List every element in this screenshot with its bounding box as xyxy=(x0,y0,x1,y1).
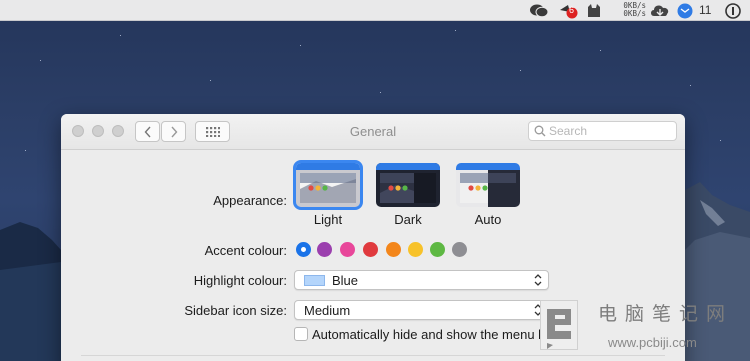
section-divider xyxy=(81,355,665,356)
accent-swatch-blue[interactable] xyxy=(296,242,311,257)
info-icon[interactable] xyxy=(724,2,742,19)
sidebar-icon-size-popup[interactable]: Medium xyxy=(294,300,549,320)
auto-appearance-preview xyxy=(456,163,520,207)
notification-badge-icon[interactable]: 6 xyxy=(558,2,580,19)
search-field[interactable] xyxy=(528,121,677,141)
autohide-menubar-checkbox[interactable] xyxy=(294,327,308,341)
autohide-menubar-label: Automatically hide and show the menu bar xyxy=(312,327,557,342)
cloud-icon[interactable] xyxy=(649,2,671,19)
accent-swatch-red[interactable] xyxy=(363,242,378,257)
highlight-colour-value: Blue xyxy=(332,273,359,288)
accent-swatch-purple[interactable] xyxy=(317,242,332,257)
network-speed-readout: 0KB/s 0KB/s xyxy=(614,2,646,18)
close-window-button[interactable] xyxy=(72,125,84,137)
appearance-label: Appearance: xyxy=(213,193,287,208)
appearance-dark-label: Dark xyxy=(394,212,422,227)
window-title: General xyxy=(349,124,397,139)
chevron-right-icon xyxy=(170,126,177,137)
highlight-colour-swatch xyxy=(304,275,325,286)
grid-icon xyxy=(205,126,220,137)
mail-icon[interactable] xyxy=(676,2,694,19)
accent-swatch-orange[interactable] xyxy=(386,242,401,257)
search-icon xyxy=(534,125,546,137)
notification-badge-count: 6 xyxy=(569,5,575,15)
menu-bar: 6 0KB/s 0KB/s 11 xyxy=(0,0,750,21)
wechat-icon[interactable] xyxy=(528,2,550,19)
notification-count: 11 xyxy=(699,3,712,17)
sidebar-icon-size-value: Medium xyxy=(304,303,351,318)
zoom-window-button[interactable] xyxy=(112,125,124,137)
highlight-colour-popup[interactable]: Blue xyxy=(294,270,549,290)
watermark-url: www.pcbiji.com xyxy=(608,335,697,350)
window-titlebar: General xyxy=(61,114,685,150)
minimize-window-button[interactable] xyxy=(92,125,104,137)
appearance-auto-option[interactable] xyxy=(456,163,520,207)
accent-colour-label: Accent colour: xyxy=(204,243,287,258)
appearance-dark-option[interactable] xyxy=(376,163,440,207)
search-input[interactable] xyxy=(549,123,673,139)
highlight-colour-label: Highlight colour: xyxy=(193,273,287,288)
sidebar-icon-size-label: Sidebar icon size: xyxy=(184,303,287,318)
show-all-button[interactable] xyxy=(195,121,230,142)
appearance-auto-label: Auto xyxy=(474,212,502,227)
light-appearance-preview xyxy=(296,163,360,207)
dark-appearance-preview xyxy=(376,163,440,207)
network-download-speed: 0KB/s xyxy=(623,9,646,18)
chevron-left-icon xyxy=(144,126,151,137)
watermark-logo xyxy=(540,300,578,350)
back-button[interactable] xyxy=(135,121,160,142)
appearance-light-label: Light xyxy=(313,212,343,227)
accent-swatch-green[interactable] xyxy=(430,242,445,257)
watermark-text: 电脑笔记网 xyxy=(598,304,734,325)
accent-swatch-graphite[interactable] xyxy=(452,242,467,257)
appearance-light-option[interactable] xyxy=(293,160,363,210)
accent-swatch-pink[interactable] xyxy=(340,242,355,257)
cat-icon[interactable] xyxy=(585,2,603,19)
general-preferences-window: General Appearance: xyxy=(61,114,685,361)
forward-button[interactable] xyxy=(161,121,186,142)
chevron-updown-icon xyxy=(534,274,542,286)
accent-swatch-yellow[interactable] xyxy=(408,242,423,257)
